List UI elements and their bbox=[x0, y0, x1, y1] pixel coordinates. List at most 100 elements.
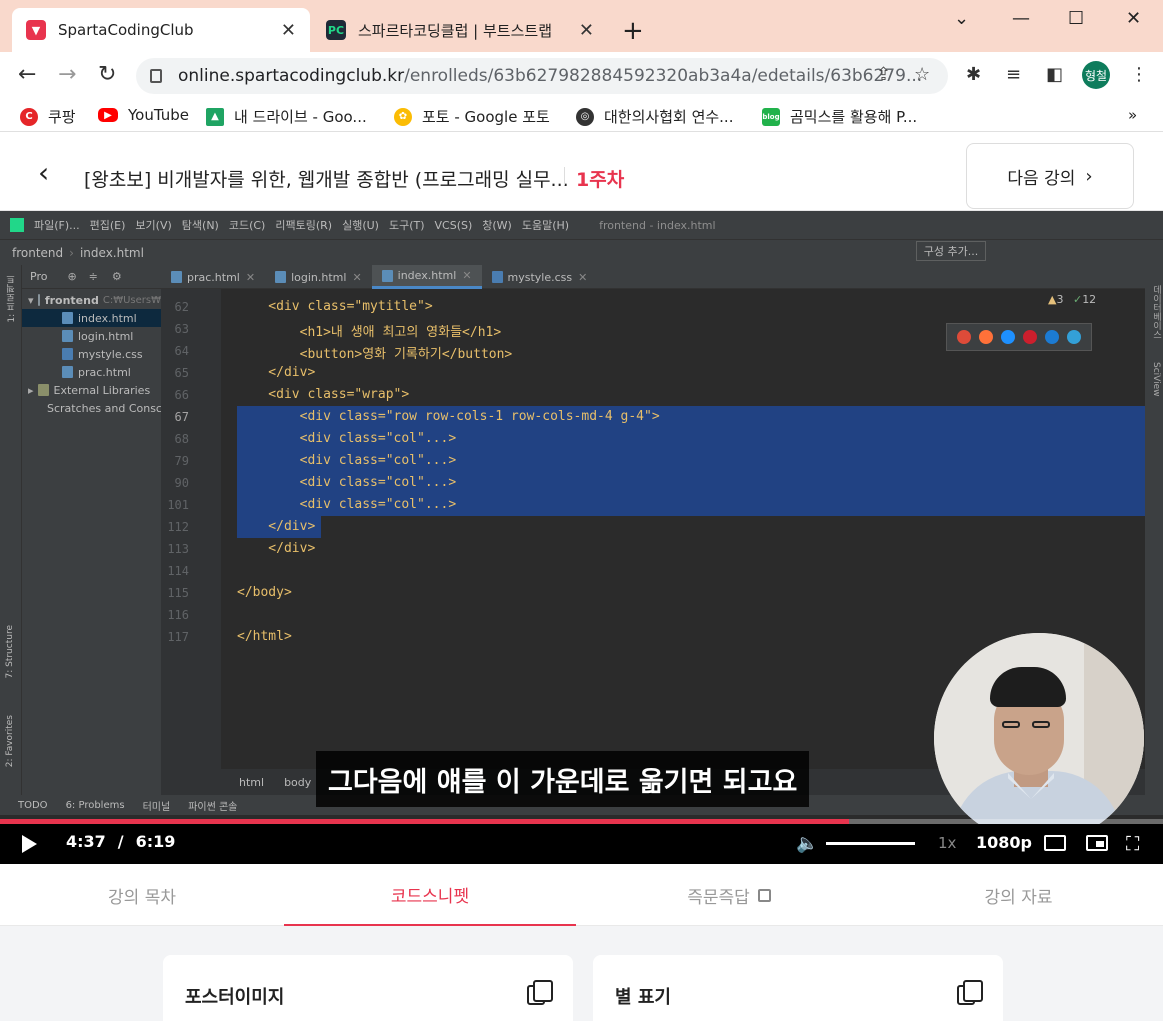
code-line: 66 <div class="wrap"> bbox=[161, 385, 1145, 407]
bookmark-photos[interactable]: ✿ 포토 - Google 포토 bbox=[394, 106, 550, 127]
bookmark-youtube[interactable]: ▶ YouTube bbox=[98, 106, 189, 124]
sparta-favicon-icon: ▼ bbox=[26, 20, 46, 40]
play-icon[interactable] bbox=[22, 835, 37, 853]
ide-left-toolstrip: 1: 프로젝트 7: Structure 2: Favorites bbox=[0, 265, 22, 795]
glasses-icon bbox=[1032, 721, 1050, 728]
ide-tab-label: index.html bbox=[397, 269, 457, 282]
bookmark-star-icon[interactable]: ☆ bbox=[914, 64, 930, 85]
code-text: <div class="mytitle"> bbox=[237, 299, 433, 314]
close-tab-icon[interactable]: ✕ bbox=[281, 20, 296, 41]
code-line: 65 </div> bbox=[161, 363, 1145, 385]
line-number: 62 bbox=[174, 300, 189, 314]
captions-icon[interactable] bbox=[1044, 835, 1066, 851]
code-text: <div class="row row-cols-1 row-cols-md-4… bbox=[237, 409, 660, 424]
new-tab-button[interactable]: + bbox=[622, 18, 644, 44]
tab-qna[interactable]: 즉문즉답 bbox=[584, 864, 874, 926]
time-separator: / bbox=[117, 832, 124, 851]
volume-slider[interactable] bbox=[826, 842, 915, 845]
address-bar[interactable]: online.spartacodingclub.kr/enrolleds/63b… bbox=[136, 58, 948, 94]
code-text: <div class="col"...> bbox=[237, 497, 457, 512]
profile-avatar[interactable]: 형철 bbox=[1082, 61, 1110, 89]
forward-icon[interactable]: → bbox=[58, 62, 76, 87]
code-text: </div> bbox=[237, 365, 316, 380]
ide-crumb: html bbox=[239, 775, 265, 789]
bookmark-gommix[interactable]: blog 곰믹스를 활용해 P... bbox=[762, 106, 917, 127]
line-number: 64 bbox=[174, 344, 189, 358]
copy-icon[interactable] bbox=[957, 980, 983, 1005]
maximize-button[interactable]: ☐ bbox=[1068, 8, 1084, 29]
picture-in-picture-icon[interactable] bbox=[1086, 835, 1108, 851]
side-panel-icon[interactable]: ◧ bbox=[1046, 64, 1063, 85]
video-controls: 4:37 / 6:19 🔈 1x 1080p ⛶ bbox=[0, 824, 1163, 864]
line-number: 67 bbox=[174, 410, 189, 424]
tab-code-snippet[interactable]: 코드스니펫 bbox=[284, 864, 576, 926]
video-player[interactable]: 파일(F)... 편집(E) 보기(V) 탐색(N) 코드(C) 리팩토링(R)… bbox=[0, 211, 1163, 864]
ide-navbar: frontend › index.html bbox=[0, 239, 1163, 265]
code-text: </div> bbox=[237, 541, 316, 556]
divider bbox=[564, 167, 565, 185]
code-text: </html> bbox=[237, 629, 292, 644]
tab-label: 코드스니펫 bbox=[390, 886, 470, 907]
code-text: <h1>내 생애 최고의 영화들</h1> bbox=[237, 325, 502, 340]
share-icon[interactable]: ⇪ bbox=[876, 64, 891, 85]
tab-lecture-index[interactable]: 강의 목차 bbox=[0, 864, 284, 926]
back-chevron-icon[interactable]: ‹ bbox=[38, 159, 49, 187]
bookmark-kma[interactable]: ◎ 대한의사협회 연수... bbox=[576, 106, 733, 127]
ide-tool-label: 파이썬 콘솔 bbox=[188, 801, 238, 813]
ide-menu-item: VCS(S) bbox=[434, 218, 473, 232]
quality-selector[interactable]: 1080p bbox=[976, 833, 1032, 852]
tab-lecture-materials[interactable]: 강의 자료 bbox=[874, 864, 1163, 926]
warning-count: 3 bbox=[1056, 293, 1064, 306]
tree-label: prac.html bbox=[78, 365, 131, 379]
css-file-icon bbox=[491, 271, 503, 283]
ide-menu-item: 편집(E) bbox=[89, 219, 126, 232]
tree-label: mystyle.css bbox=[78, 347, 143, 361]
close-tab-icon[interactable]: ✕ bbox=[579, 20, 594, 41]
opera-icon bbox=[1023, 330, 1037, 344]
next-lecture-button[interactable]: 다음 강의 › bbox=[966, 143, 1134, 209]
browser-tab-spartacodingclub[interactable]: ▼ SpartaCodingClub ✕ bbox=[12, 8, 310, 52]
course-header: ‹ [왕초보] 비개발자를 위한, 웹개발 종합반 (프로그래밍 실무... 1… bbox=[0, 133, 1163, 211]
tab-search-chevron-icon[interactable]: ⌄ bbox=[954, 8, 969, 29]
copy-icon[interactable] bbox=[527, 980, 553, 1005]
back-icon[interactable]: ← bbox=[18, 62, 36, 87]
more-bookmarks-icon[interactable]: » bbox=[1128, 106, 1137, 124]
ide-side-label: 7: Structure bbox=[5, 625, 15, 679]
playback-speed[interactable]: 1x bbox=[938, 834, 956, 852]
folder-icon bbox=[37, 294, 40, 306]
media-control-icon[interactable]: ≡ bbox=[1006, 64, 1021, 85]
chrome-menu-icon[interactable]: ⋮ bbox=[1130, 64, 1148, 85]
video-subtitle: 그다음에 얘를 이 가운데로 옮기면 되고요 bbox=[316, 751, 810, 807]
locate-icon: ⊕ bbox=[67, 270, 77, 283]
bookmark-coupang[interactable]: C 쿠팡 bbox=[20, 106, 76, 127]
bookmark-drive[interactable]: ▲ 내 드라이브 - Goo... bbox=[206, 106, 367, 127]
volume-icon[interactable]: 🔈 bbox=[796, 833, 818, 854]
google-photos-icon: ✿ bbox=[394, 107, 412, 126]
external-link-icon bbox=[757, 888, 771, 902]
lecture-tabs: 강의 목차 코드스니펫 즉문즉답 강의 자료 bbox=[0, 864, 1163, 926]
library-icon bbox=[37, 384, 49, 396]
code-line: 62 <div class="mytitle"> bbox=[161, 297, 1145, 319]
browser-tab-bootstrap[interactable]: PC 스파르타코딩클럽 | 부트스트랩 ✕ bbox=[312, 8, 608, 52]
close-icon: ✕ bbox=[462, 269, 472, 282]
code-line: 101 <div class="col"...> bbox=[161, 495, 1145, 517]
ide-menu-item: 코드(C) bbox=[228, 219, 266, 232]
html-file-icon bbox=[171, 271, 182, 283]
ide-side-label: SciView bbox=[1151, 361, 1161, 397]
blog-icon: blog bbox=[762, 107, 780, 126]
bookmark-label: 포토 - Google 포토 bbox=[422, 108, 550, 126]
code-text: <div class="wrap"> bbox=[237, 387, 410, 402]
extensions-puzzle-icon[interactable]: ✱ bbox=[966, 64, 981, 85]
ide-tab-prac: prac.html ✕ bbox=[161, 265, 265, 289]
window-close-button[interactable]: ✕ bbox=[1126, 8, 1141, 29]
html-file-icon bbox=[62, 312, 73, 324]
url-path: /enrolleds/63b627982884592320ab3a4a/edet… bbox=[404, 66, 923, 86]
ide-inspection-indicator: ▲3 ✓12 bbox=[1048, 293, 1096, 306]
reload-icon[interactable]: ↻ bbox=[98, 62, 116, 87]
tree-item-frontend: ▾ frontend C:₩Users₩ bbox=[22, 291, 161, 309]
browser-toolbar: ← → ↻ online.spartacodingclub.kr/enrolle… bbox=[0, 52, 1163, 100]
minimize-button[interactable]: — bbox=[1012, 8, 1030, 29]
fullscreen-icon[interactable]: ⛶ bbox=[1126, 833, 1139, 855]
tab-title: SpartaCodingClub bbox=[58, 21, 194, 39]
ide-project-header: Pro ⊕ ≑ ⚙ bbox=[22, 265, 161, 289]
